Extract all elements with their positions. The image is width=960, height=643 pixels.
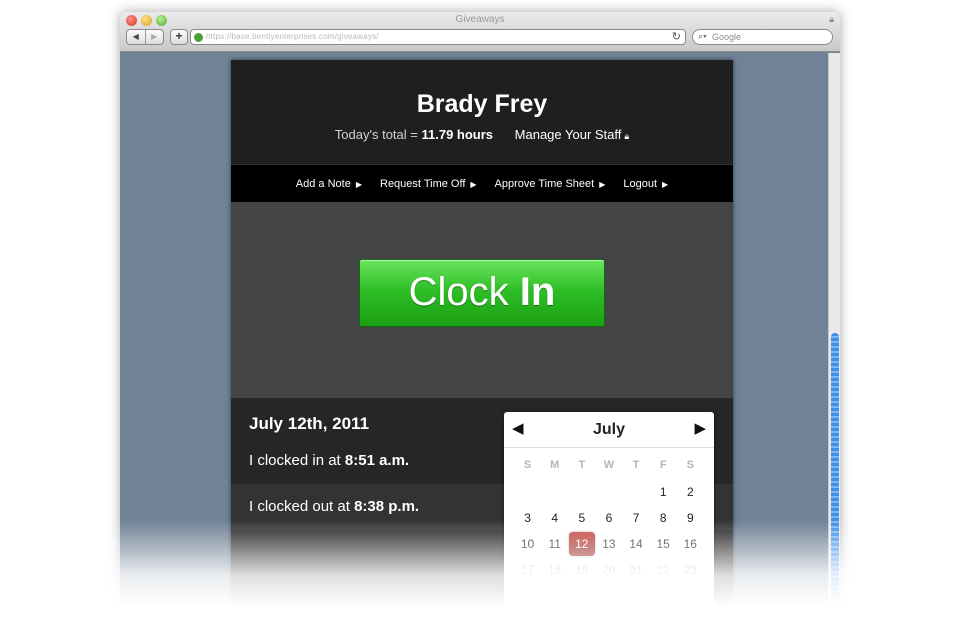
history-buttons: ◀ ▶ [126,29,164,45]
calendar-day[interactable]: 5 [568,505,595,531]
total-label: Today's total = [334,127,418,142]
weekday-label: S [523,459,532,471]
add-bookmark-button[interactable]: + [170,29,188,45]
search-placeholder: Google [712,32,742,42]
timesheet-page: Brady Frey Today's total = 11.79 hours M… [231,60,733,612]
calendar-day[interactable]: 19 [568,557,595,583]
calendar-day[interactable]: 1 [650,479,677,505]
calendar-day[interactable]: 21 [623,557,650,583]
calendar-day[interactable]: 8 [650,505,677,531]
browser-titlebar: Giveaways 🔒︎ ◀ ▶ + https://base.bentlyen… [120,12,840,52]
site-favicon-icon [194,33,203,42]
calendar-day[interactable]: 15 [650,531,677,557]
menu-item-label: Approve Time Sheet [494,177,595,190]
entry-date: July 12th, 2011 [249,414,370,433]
calendar-day[interactable]: 22 [650,557,677,583]
menu-item-label: Logout [623,177,658,190]
reload-icon[interactable]: ↻ [672,30,681,43]
search-input[interactable]: ⌕▾ Google [692,29,833,45]
weekday-label: F [659,459,667,471]
approve-time-sheet-link[interactable]: Approve Time Sheet ▶ [495,178,606,190]
clock-in-button[interactable]: Clock In [359,259,605,327]
header-subline: Today's total = 11.79 hours Manage Your … [231,127,733,142]
manage-staff-label: Manage Your Staff [514,127,622,142]
calendar-day[interactable]: 18 [541,557,568,583]
calendar-blank [514,479,541,505]
calendar-blank [541,479,568,505]
clock-in-word1: Clock [408,270,509,314]
weekday-label: S [686,459,694,471]
calendar-header: ◀ July ▶ [504,412,714,448]
calendar-day[interactable]: 3 [514,505,541,531]
weekday-label: W [603,459,615,471]
lock-icon: 🔒︎ [624,131,630,141]
calendar-day[interactable]: 9 [677,505,704,531]
calendar-month: July [592,421,625,438]
calendar-day[interactable]: 23 [677,557,704,583]
address-bar[interactable]: https://base.bentlyenterprises.com/givea… [190,29,686,45]
triangle-right-icon: ▶ [662,179,669,189]
lock-icon: 🔒︎ [829,14,834,24]
triangle-right-icon: ▶ [599,179,606,189]
calendar-day-selected[interactable]: 12 [568,531,595,557]
weekday-label: T [578,459,586,471]
calendar-blank [568,479,595,505]
page-header: Brady Frey Today's total = 11.79 hours M… [231,60,733,164]
calendar-blank [595,479,622,505]
menu-item-label: Add a Note [295,177,351,190]
entry-text: I clocked in at [249,452,341,469]
calendar-weekdays: SMTWTFS [514,459,704,471]
triangle-right-icon: ▶ [470,179,477,189]
entry-time: 8:51 a.m. [344,452,410,469]
calendar-day[interactable]: 13 [595,531,622,557]
calendar-day[interactable]: 7 [623,505,650,531]
calendar-day[interactable]: 6 [595,505,622,531]
browser-window: Giveaways 🔒︎ ◀ ▶ + https://base.bentlyen… [120,12,840,612]
calendar-day[interactable]: 11 [541,531,568,557]
total-value: 11.79 hours [421,127,494,142]
add-note-link[interactable]: Add a Note ▶ [296,178,362,190]
menu-item-label: Request Time Off [380,177,466,190]
triangle-right-icon: ▶ [355,179,362,189]
logout-link[interactable]: Logout ▶ [623,178,668,190]
entry-time: 8:38 p.m. [354,498,420,515]
url-text: https://base.bentlyenterprises.com/givea… [206,32,379,41]
page-scrollbar[interactable] [828,53,840,612]
search-icon: ⌕▾ [698,31,707,41]
calendar-grid: 1 2 3 4 5 6 7 8 9 10 11 12 13 14 15 16 17 18 19 20 21 22 23 [514,479,704,583]
request-time-off-link[interactable]: Request Time Off ▶ [380,178,477,190]
calendar-day[interactable]: 14 [623,531,650,557]
clock-in-word2: In [519,270,556,314]
back-button[interactable]: ◀ [127,30,145,44]
calendar-day[interactable]: 4 [541,505,568,531]
calendar-day[interactable]: 2 [677,479,704,505]
action-menu: Add a Note ▶ Request Time Off ▶ Approve Ti… [231,164,733,202]
forward-button[interactable]: ▶ [144,30,164,44]
entry-text: I clocked out at [249,498,350,515]
calendar-day[interactable]: 16 [677,531,704,557]
clock-panel: Clock In [231,202,733,398]
calendar-day[interactable]: 20 [595,557,622,583]
weekday-label: T [632,459,640,471]
manage-staff-link[interactable]: Manage Your Staff 🔒︎ [515,127,630,142]
next-month-button[interactable]: ▶ [694,419,706,437]
scrollbar-thumb[interactable] [831,333,839,612]
calendar-blank [623,479,650,505]
calendar-popup: ◀ July ▶ SMTWTFS 1 2 3 4 5 6 7 8 9 10 11 12 13 14 15 16… [504,412,714,612]
calendar-day[interactable]: 17 [514,557,541,583]
weekday-label: M [550,459,560,471]
user-name: Brady Frey [416,90,548,118]
calendar-day[interactable]: 10 [514,531,541,557]
window-title: Giveaways [455,14,505,25]
